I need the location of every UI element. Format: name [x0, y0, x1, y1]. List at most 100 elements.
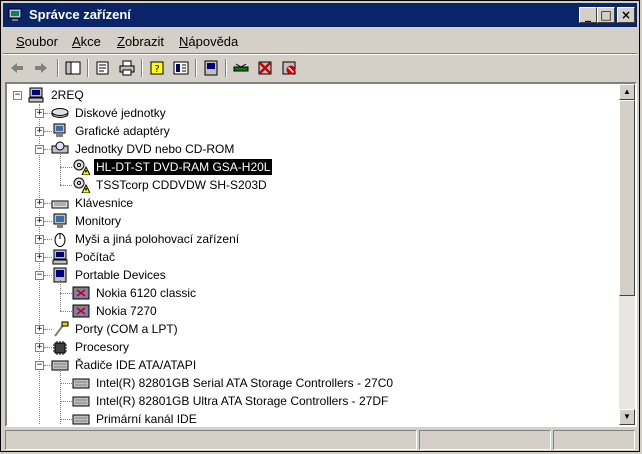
menu-separator: [3, 53, 637, 55]
menu-bar: Soubor Akce Zobrazit Nápověda: [3, 31, 637, 53]
menu-help[interactable]: Nápověda: [179, 34, 238, 49]
tree-root-computer[interactable]: 2REQ: [27, 86, 86, 104]
tree-expander[interactable]: −: [35, 145, 44, 154]
tree-item-child[interactable]: Intel(R) 82801GB Ultra ATA Storage Contr…: [72, 392, 390, 410]
tree-item-child[interactable]: Nokia 6120 classic: [72, 284, 198, 302]
tree-connector-line: [60, 293, 72, 294]
tree-item-label: Nokia 7270: [96, 304, 157, 318]
ide-controller-icon: [72, 378, 90, 389]
svg-text:?: ?: [154, 64, 159, 75]
monitor-icon: [53, 213, 67, 228]
tree-expander[interactable]: +: [35, 199, 44, 208]
disk-drive-icon: [51, 108, 69, 118]
phone-device-icon: [72, 286, 90, 300]
tree-connector-line: [60, 401, 72, 402]
tree-expander[interactable]: +: [35, 343, 44, 352]
tree-item-label: Jednotky DVD nebo CD-ROM: [75, 142, 235, 156]
tree-expander-root[interactable]: −: [13, 91, 22, 100]
vertical-scrollbar[interactable]: ▲ ▼: [619, 84, 635, 425]
tree-item[interactable]: Monitory: [51, 212, 123, 230]
toolbar-separator: [87, 59, 89, 77]
back-icon[interactable]: [7, 58, 27, 78]
ide-controller-icon: [72, 396, 90, 407]
tree-item-label: Myši a jiná polohovací zařízení: [75, 232, 240, 246]
tree-item-label: Řadiče IDE ATA/ATAPI: [75, 358, 197, 372]
toolbar-separator: [57, 59, 59, 77]
update-driver-icon[interactable]: [231, 58, 251, 78]
tree-item-child[interactable]: TSSTcorp CDDVDW SH-S203D: [72, 176, 269, 194]
computer-icon: [28, 87, 44, 103]
tree-expander[interactable]: +: [35, 217, 44, 226]
tree-item-label: Klávesnice: [75, 196, 134, 210]
tree-item[interactable]: Jednotky DVD nebo CD-ROM: [51, 140, 236, 158]
tree-item[interactable]: Porty (COM a LPT): [51, 320, 180, 338]
tree-expander[interactable]: +: [35, 253, 44, 262]
menu-view[interactable]: Zobrazit: [117, 34, 164, 49]
status-bar: [3, 430, 637, 450]
scan-hardware-icon[interactable]: [201, 58, 221, 78]
display-adapter-icon: [53, 123, 66, 137]
maximize-button[interactable]: □: [597, 7, 615, 23]
tree-item-label: Monitory: [75, 214, 122, 228]
cdrom-warning-icon: [73, 177, 90, 193]
help-icon[interactable]: ?: [147, 58, 167, 78]
menu-file[interactable]: Soubor: [16, 34, 58, 49]
close-button[interactable]: ×: [617, 7, 635, 23]
tree-item[interactable]: Počítač: [51, 248, 117, 266]
tree-expander[interactable]: +: [35, 325, 44, 334]
show-hide-tree-icon[interactable]: [63, 58, 83, 78]
tree-item[interactable]: Řadiče IDE ATA/ATAPI: [51, 356, 198, 374]
scroll-thumb[interactable]: [619, 100, 635, 296]
phone-device-icon: [72, 304, 90, 318]
tree-connector-line: [60, 370, 61, 425]
scroll-down-button[interactable]: ▼: [619, 409, 635, 425]
scroll-up-button[interactable]: ▲: [619, 84, 635, 100]
tree-expander[interactable]: −: [35, 361, 44, 370]
tree-item[interactable]: Klávesnice: [51, 194, 135, 212]
device-tree-pane[interactable]: − 2REQ + Diskové jednotky + Grafické adaptéry…: [5, 82, 637, 427]
tree-item-child[interactable]: Primární kanál IDE: [72, 410, 199, 426]
device-tree[interactable]: − 2REQ + Diskové jednotky + Grafické adaptéry…: [7, 84, 619, 425]
title-bar[interactable]: Správce zařízení _ □ ×: [3, 3, 637, 27]
tree-item-label: 2REQ: [51, 88, 84, 102]
toolbar-separator: [225, 59, 227, 77]
tree-item-label: TSSTcorp CDDVDW SH-S203D: [96, 178, 267, 192]
computer-icon: [52, 249, 68, 265]
print-icon[interactable]: [117, 58, 137, 78]
tree-item-label: Procesory: [75, 340, 130, 354]
tree-connector-line: [60, 280, 61, 311]
tree-item-label: Intel(R) 82801GB Ultra ATA Storage Contr…: [96, 394, 389, 408]
cdrom-warning-icon: [73, 159, 90, 175]
tree-item-label: Počítač: [75, 250, 116, 264]
minimize-button[interactable]: _: [579, 7, 597, 23]
tree-item[interactable]: Diskové jednotky: [51, 104, 168, 122]
properties-icon[interactable]: [93, 58, 113, 78]
tree-expander[interactable]: +: [35, 235, 44, 244]
tree-expander[interactable]: +: [35, 127, 44, 136]
tree-item[interactable]: Portable Devices: [51, 266, 168, 284]
tree-connector-line: [60, 185, 72, 186]
tree-item-child[interactable]: HL-DT-ST DVD-RAM GSA-H20L: [72, 158, 273, 176]
tree-item-child[interactable]: Nokia 7270: [72, 302, 159, 320]
tree-item-label: Portable Devices: [75, 268, 166, 282]
tree-item-child[interactable]: Intel(R) 82801GB Serial ATA Storage Cont…: [72, 374, 395, 392]
view-icon[interactable]: [171, 58, 191, 78]
uninstall-icon[interactable]: [255, 58, 275, 78]
device-manager-window: Správce zařízení _ □ × Soubor Akce Zobra…: [0, 0, 640, 452]
window-title: Správce zařízení: [29, 7, 131, 22]
tree-item[interactable]: Grafické adaptéry: [51, 122, 172, 140]
forward-icon[interactable]: [31, 58, 51, 78]
tree-item-label: Primární kanál IDE: [96, 412, 197, 426]
status-cell-main: [5, 430, 417, 450]
toolbar-separator: [195, 59, 197, 77]
disable-icon[interactable]: [279, 58, 299, 78]
tree-connector-line: [60, 383, 72, 384]
tree-item-label: Nokia 6120 classic: [96, 286, 197, 300]
tree-expander[interactable]: +: [35, 109, 44, 118]
menu-action[interactable]: Akce: [72, 34, 101, 49]
tree-item[interactable]: Procesory: [51, 338, 131, 356]
port-icon: [54, 321, 69, 337]
tree-expander[interactable]: −: [35, 271, 44, 280]
tree-item[interactable]: Myši a jiná polohovací zařízení: [51, 230, 241, 248]
tree-item-label: Porty (COM a LPT): [75, 322, 178, 336]
